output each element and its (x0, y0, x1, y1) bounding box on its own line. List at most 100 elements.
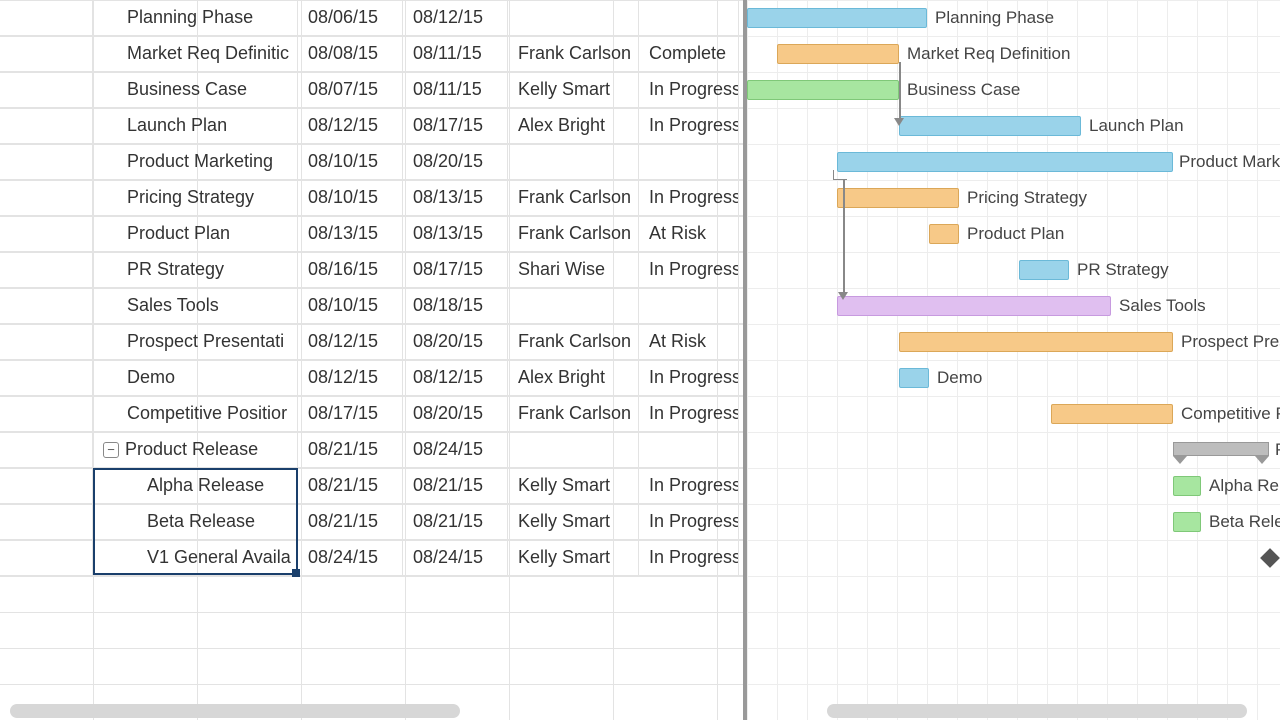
start-cell[interactable]: 08/21/15 (298, 468, 403, 503)
status-cell[interactable]: In Progress (639, 252, 739, 287)
right-horizontal-scrollbar[interactable] (827, 704, 1247, 718)
table-row[interactable]: Pricing Strategy08/10/1508/13/15Frank Ca… (0, 180, 743, 216)
table-row[interactable]: Market Req Definitic08/08/1508/11/15Fran… (0, 36, 743, 72)
end-cell[interactable]: 08/20/15 (403, 144, 508, 179)
gantt-bar[interactable] (929, 224, 959, 244)
owner-cell[interactable] (508, 144, 639, 179)
end-cell[interactable]: 08/20/15 (403, 324, 508, 359)
owner-cell[interactable] (508, 432, 639, 467)
end-cell[interactable]: 08/13/15 (403, 216, 508, 251)
row-handle[interactable] (0, 288, 93, 323)
start-cell[interactable]: 08/12/15 (298, 108, 403, 143)
start-cell[interactable]: 08/06/15 (298, 0, 403, 35)
gantt-bar[interactable] (747, 8, 927, 28)
gantt-bar[interactable] (1051, 404, 1173, 424)
gantt-bar[interactable] (837, 188, 959, 208)
task-name-cell[interactable]: Alpha Release (93, 468, 298, 503)
task-name-cell[interactable]: Business Case (93, 72, 298, 107)
end-cell[interactable]: 08/11/15 (403, 36, 508, 71)
task-name-cell[interactable]: Pricing Strategy (93, 180, 298, 215)
start-cell[interactable]: 08/10/15 (298, 144, 403, 179)
end-cell[interactable]: 08/24/15 (403, 432, 508, 467)
left-horizontal-scrollbar[interactable] (10, 704, 460, 718)
status-cell[interactable]: In Progress (639, 72, 739, 107)
end-cell[interactable]: 08/12/15 (403, 360, 508, 395)
task-name-cell[interactable]: V1 General Availa (93, 540, 298, 575)
table-row[interactable]: Business Case08/07/1508/11/15Kelly Smart… (0, 72, 743, 108)
owner-cell[interactable]: Shari Wise (508, 252, 639, 287)
start-cell[interactable]: 08/07/15 (298, 72, 403, 107)
end-cell[interactable]: 08/20/15 (403, 396, 508, 431)
status-cell[interactable] (639, 0, 739, 35)
gantt-bar[interactable] (1173, 476, 1201, 496)
table-row[interactable]: Product Marketing08/10/1508/20/15 (0, 144, 743, 180)
gantt-bar[interactable] (899, 332, 1173, 352)
status-cell[interactable]: In Progress (639, 396, 739, 431)
start-cell[interactable]: 08/16/15 (298, 252, 403, 287)
gantt-bar[interactable] (837, 152, 1173, 172)
status-cell[interactable]: Complete (639, 36, 739, 71)
start-cell[interactable]: 08/10/15 (298, 288, 403, 323)
start-cell[interactable]: 08/21/15 (298, 504, 403, 539)
table-row[interactable]: Planning Phase08/06/1508/12/15 (0, 0, 743, 36)
status-cell[interactable] (639, 432, 739, 467)
start-cell[interactable]: 08/12/15 (298, 324, 403, 359)
owner-cell[interactable]: Frank Carlson (508, 396, 639, 431)
gantt-pane[interactable]: Planning PhaseMarket Req DefinitionBusin… (747, 0, 1280, 720)
end-cell[interactable]: 08/17/15 (403, 108, 508, 143)
status-cell[interactable]: In Progress (639, 108, 739, 143)
task-name-cell[interactable]: Competitive Positior (93, 396, 298, 431)
start-cell[interactable]: 08/12/15 (298, 360, 403, 395)
row-handle[interactable] (0, 252, 93, 287)
row-handle[interactable] (0, 72, 93, 107)
owner-cell[interactable]: Kelly Smart (508, 540, 639, 575)
owner-cell[interactable]: Frank Carlson (508, 180, 639, 215)
row-handle[interactable] (0, 0, 93, 35)
task-name-cell[interactable]: Planning Phase (93, 0, 298, 35)
status-cell[interactable]: In Progress (639, 360, 739, 395)
status-cell[interactable]: At Risk (639, 216, 739, 251)
row-handle[interactable] (0, 468, 93, 503)
owner-cell[interactable]: Alex Bright (508, 360, 639, 395)
owner-cell[interactable]: Frank Carlson (508, 216, 639, 251)
owner-cell[interactable]: Frank Carlson (508, 324, 639, 359)
task-name-cell[interactable]: Beta Release (93, 504, 298, 539)
table-row[interactable]: Sales Tools08/10/1508/18/15 (0, 288, 743, 324)
status-cell[interactable] (639, 288, 739, 323)
gantt-bar[interactable] (899, 368, 929, 388)
end-cell[interactable]: 08/17/15 (403, 252, 508, 287)
start-cell[interactable]: 08/21/15 (298, 432, 403, 467)
owner-cell[interactable]: Kelly Smart (508, 72, 639, 107)
row-handle[interactable] (0, 504, 93, 539)
row-handle[interactable] (0, 324, 93, 359)
status-cell[interactable]: In Progress (639, 540, 739, 575)
end-cell[interactable]: 08/21/15 (403, 468, 508, 503)
gantt-summary-bar[interactable] (1173, 442, 1269, 456)
owner-cell[interactable]: Alex Bright (508, 108, 639, 143)
row-handle[interactable] (0, 144, 93, 179)
task-name-cell[interactable]: Product Marketing (93, 144, 298, 179)
gantt-bar[interactable] (899, 116, 1081, 136)
table-row[interactable]: Demo08/12/1508/12/15Alex BrightIn Progre… (0, 360, 743, 396)
status-cell[interactable]: In Progress (639, 468, 739, 503)
end-cell[interactable]: 08/11/15 (403, 72, 508, 107)
table-row[interactable]: −Product Release08/21/1508/24/15 (0, 432, 743, 468)
row-handle[interactable] (0, 216, 93, 251)
gantt-bar[interactable] (747, 80, 899, 100)
row-handle[interactable] (0, 360, 93, 395)
task-name-cell[interactable]: −Product Release (93, 432, 298, 467)
start-cell[interactable]: 08/08/15 (298, 36, 403, 71)
task-grid-pane[interactable]: Planning Phase08/06/1508/12/15Market Req… (0, 0, 747, 720)
status-cell[interactable]: In Progress (639, 180, 739, 215)
row-handle[interactable] (0, 36, 93, 71)
owner-cell[interactable]: Frank Carlson (508, 36, 639, 71)
status-cell[interactable]: At Risk (639, 324, 739, 359)
row-handle[interactable] (0, 180, 93, 215)
start-cell[interactable]: 08/13/15 (298, 216, 403, 251)
end-cell[interactable]: 08/21/15 (403, 504, 508, 539)
end-cell[interactable]: 08/24/15 (403, 540, 508, 575)
owner-cell[interactable] (508, 288, 639, 323)
start-cell[interactable]: 08/10/15 (298, 180, 403, 215)
gantt-bar[interactable] (777, 44, 899, 64)
table-row[interactable]: Prospect Presentati08/12/1508/20/15Frank… (0, 324, 743, 360)
